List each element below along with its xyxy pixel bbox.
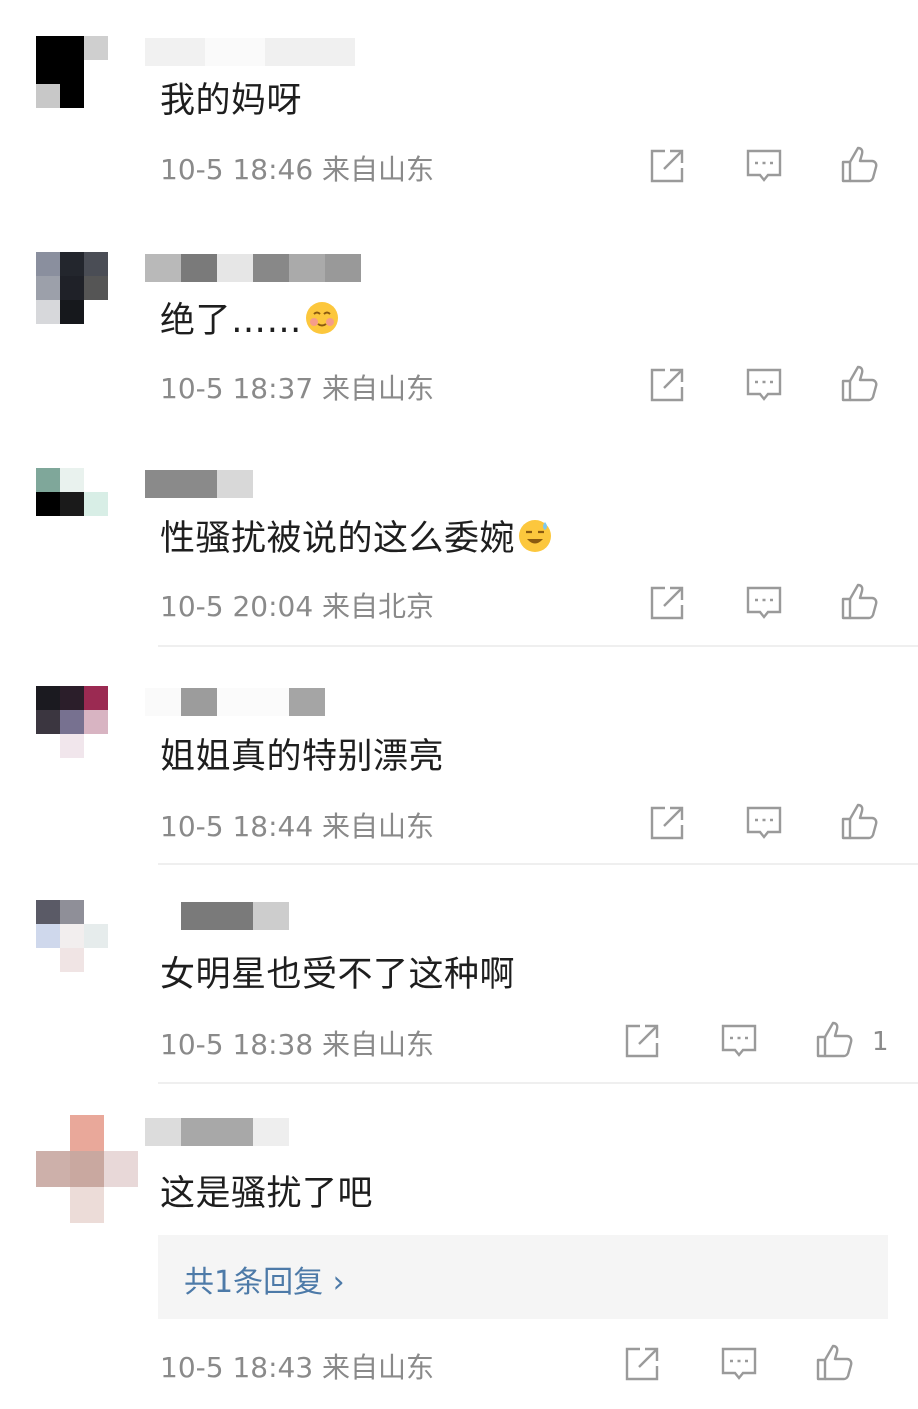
avatar[interactable]: [36, 36, 108, 108]
comment-meta: 10-5 20:04 来自北京: [160, 590, 435, 623]
share-icon[interactable]: [647, 365, 687, 405]
avatar[interactable]: [36, 252, 108, 324]
avatar[interactable]: [36, 900, 108, 972]
comment-meta: 10-5 18:43 来自山东: [160, 1351, 435, 1384]
thumbs-up-icon[interactable]: [840, 801, 880, 841]
avatar[interactable]: [36, 686, 108, 758]
view-replies-link[interactable]: 共1条回复 ›: [184, 1257, 345, 1301]
comment-text: 绝了……: [160, 292, 340, 343]
comment-text: 姐姐真的特别漂亮: [160, 737, 445, 777]
comment-text-content: 绝了……: [160, 301, 303, 341]
thumbs-up-icon[interactable]: [840, 363, 880, 403]
comment-icon[interactable]: [744, 803, 784, 843]
comment-icon[interactable]: [744, 365, 784, 405]
comment-text: 这是骚扰了吧: [160, 1174, 374, 1214]
username-blurred[interactable]: [145, 470, 253, 498]
comment-meta: 10-5 18:46 来自山东: [160, 153, 435, 186]
share-icon[interactable]: [647, 583, 687, 623]
comment-text: 性骚扰被说的这么委婉: [160, 510, 553, 561]
comment-meta: 10-5 18:37 来自山东: [160, 372, 435, 405]
divider: [158, 645, 918, 647]
share-icon[interactable]: [647, 146, 687, 186]
like-count: 1: [872, 1027, 889, 1057]
thumbs-up-icon[interactable]: [840, 144, 880, 184]
comment-icon[interactable]: [719, 1021, 759, 1061]
comment-meta: 10-5 18:44 来自山东: [160, 810, 435, 843]
comment-text: 女明星也受不了这种啊: [160, 955, 516, 995]
share-icon[interactable]: [647, 803, 687, 843]
username-blurred[interactable]: [145, 902, 289, 930]
divider: [158, 863, 918, 865]
sweat-smile-emoji-icon: [519, 520, 552, 552]
share-icon[interactable]: [622, 1344, 662, 1384]
thumbs-up-icon[interactable]: [815, 1019, 855, 1059]
comment-text-content: 性骚扰被说的这么委婉: [160, 519, 516, 559]
avatar[interactable]: [36, 468, 108, 540]
reply-summary[interactable]: 共1条回复 ›: [158, 1235, 888, 1319]
divider: [158, 1082, 918, 1084]
comment-meta: 10-5 18:38 来自山东: [160, 1028, 435, 1061]
username-blurred[interactable]: [145, 254, 361, 282]
comment-icon[interactable]: [719, 1344, 759, 1384]
username-blurred[interactable]: [145, 688, 325, 716]
thumbs-up-icon[interactable]: [840, 581, 880, 621]
avatar[interactable]: [36, 1115, 138, 1223]
comment-icon[interactable]: [744, 146, 784, 186]
comment-icon[interactable]: [744, 583, 784, 623]
username-blurred[interactable]: [145, 1118, 289, 1146]
share-icon[interactable]: [622, 1021, 662, 1061]
username-blurred[interactable]: [145, 38, 355, 66]
thumbs-up-icon[interactable]: [815, 1342, 855, 1382]
blush-emoji-icon: [306, 302, 339, 334]
comment-text: 我的妈呀: [160, 81, 303, 121]
